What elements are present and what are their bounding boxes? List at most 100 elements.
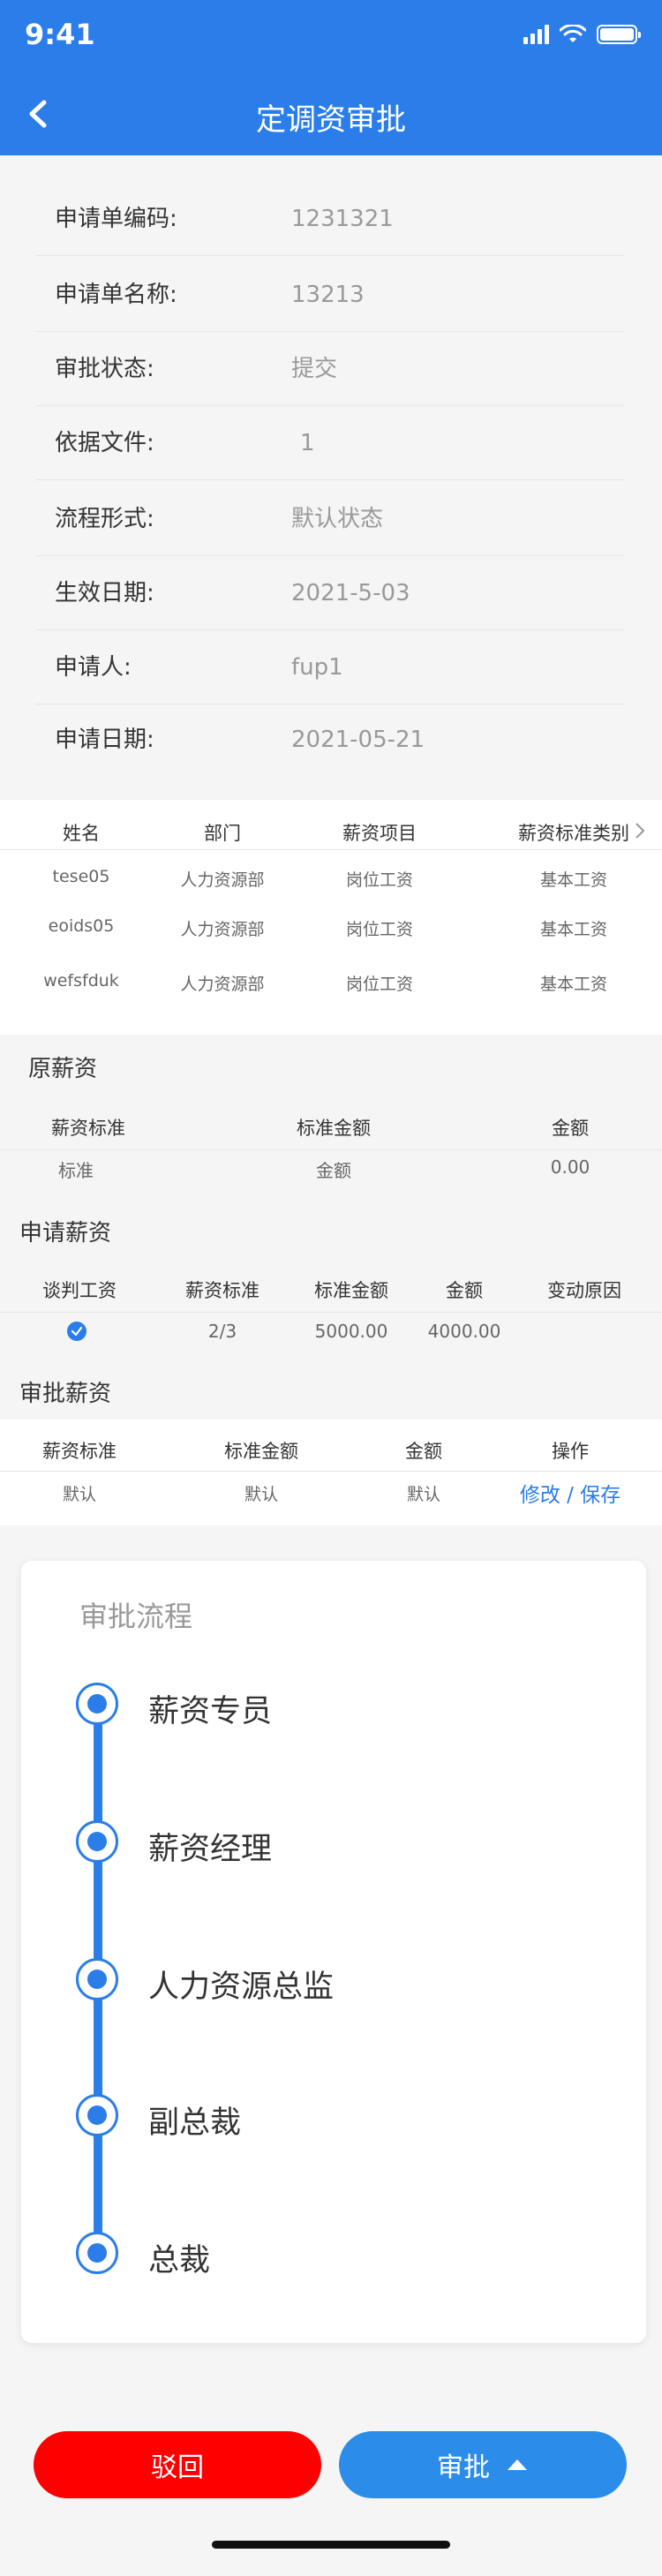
cell-standard: 2/3 — [207, 1321, 237, 1342]
checkmark-icon — [71, 1326, 83, 1337]
cell-salary-category: 基本工资 — [539, 870, 607, 890]
info-label: 申请日期: — [55, 727, 154, 753]
cell-salary-item: 岗位工资 — [345, 870, 413, 890]
approved-salary-table: 薪资标准 标准金额 金额 操作 默认 默认 默认 修改 / 保存 — [0, 1420, 662, 1525]
cell-department: 人力资源部 — [180, 975, 265, 994]
step-node-icon — [76, 2232, 118, 2274]
cell-department: 人力资源部 — [180, 870, 265, 890]
cell-standard-amount: 默认 — [244, 1485, 278, 1504]
cell-salary-item: 岗位工资 — [345, 975, 413, 994]
info-value: 2021-05-21 — [291, 727, 425, 753]
home-indicator — [212, 2541, 450, 2549]
divider — [0, 1312, 662, 1313]
info-row-document: 依据文件: 1 — [35, 406, 625, 480]
column-header: 薪资项目 — [342, 823, 417, 844]
section-title-applied-salary: 申请薪资 — [19, 1220, 112, 1247]
column-header: 姓名 — [63, 823, 100, 844]
cell-standard-amount: 金额 — [316, 1160, 351, 1181]
info-label: 申请人: — [55, 654, 132, 681]
column-header: 标准金额 — [224, 1441, 298, 1462]
cell-name: tese05 — [52, 867, 110, 886]
negotiated-salary-checkbox[interactable] — [67, 1322, 87, 1341]
info-row-status: 审批状态: 提交 — [35, 332, 625, 406]
cell-department: 人力资源部 — [180, 920, 265, 939]
column-header: 变动原因 — [547, 1280, 621, 1301]
info-row-apply-date: 申请日期: 2021-05-21 — [35, 703, 625, 777]
cell-name: eoids05 — [48, 916, 115, 936]
cell-standard: 默认 — [62, 1485, 96, 1504]
info-value: 提交 — [291, 356, 338, 382]
column-header: 金额 — [405, 1441, 442, 1462]
step-node-icon — [76, 1683, 118, 1725]
info-label: 审批状态: — [55, 356, 154, 382]
info-row-name: 申请单名称: 13213 — [35, 258, 625, 332]
reject-button[interactable]: 驳回 — [34, 2431, 321, 2498]
info-label: 申请单名称: — [55, 282, 177, 308]
info-label: 生效日期: — [55, 580, 154, 606]
step-node-icon — [76, 1958, 118, 2000]
card-title: 审批流程 — [79, 1600, 193, 1633]
edit-save-link[interactable]: 修改 / 保存 — [500, 1478, 641, 1508]
step-node-icon — [76, 2094, 118, 2136]
info-value: 13213 — [291, 282, 365, 308]
approval-flow-card: 审批流程 薪资专员 薪资经理 人力资源总监 副总裁 总裁 — [21, 1561, 646, 2343]
cell-amount: 4000.00 — [427, 1321, 501, 1342]
column-header: 金额 — [552, 1118, 589, 1139]
column-header: 薪资标准类别 — [518, 823, 629, 844]
cell-salary-item: 岗位工资 — [345, 920, 413, 939]
cell-salary-category: 基本工资 — [539, 920, 607, 939]
info-row-effective-date: 生效日期: 2021-5-03 — [35, 556, 625, 630]
column-header: 部门 — [204, 823, 241, 844]
info-label: 申请单编码: — [55, 206, 177, 232]
divider — [0, 849, 662, 850]
cell-amount: 0.00 — [550, 1156, 591, 1178]
column-header: 金额 — [446, 1280, 483, 1301]
chevron-right-icon[interactable] — [634, 821, 646, 840]
column-header: 标准金额 — [297, 1118, 371, 1139]
column-header: 薪资标准 — [42, 1441, 117, 1462]
section-title-approved-salary: 审批薪资 — [19, 1381, 112, 1407]
info-row-code: 申请单编码: 1231321 — [35, 182, 625, 256]
info-value: fup1 — [291, 654, 343, 681]
signal-icon — [523, 25, 549, 44]
status-icons — [523, 25, 641, 44]
employee-table: 姓名 部门 薪资项目 薪资标准类别 tese05 人力资源部 岗位工资 基本工资… — [0, 800, 662, 1035]
cell-name: wefsfduk — [43, 971, 119, 990]
column-header: 操作 — [552, 1441, 589, 1462]
cell-salary-category: 基本工资 — [539, 975, 607, 994]
caret-up-icon — [508, 2459, 527, 2470]
column-header: 薪资标准 — [185, 1280, 260, 1301]
info-row-applicant: 申请人: fup1 — [35, 630, 625, 704]
battery-icon — [597, 25, 641, 44]
wifi-icon — [560, 25, 586, 42]
info-value: 1231321 — [291, 206, 394, 232]
info-label: 依据文件: — [55, 430, 154, 456]
approve-button[interactable]: 审批 — [339, 2431, 627, 2498]
column-header: 薪资标准 — [51, 1118, 125, 1139]
step-label: 薪资专员 — [148, 1694, 273, 1729]
column-header: 标准金额 — [314, 1280, 388, 1301]
step-node-icon — [76, 1820, 118, 1863]
navigation-header: 9:41 定调资审批 — [0, 0, 662, 155]
info-value: 1 — [300, 430, 315, 456]
step-label: 薪资经理 — [148, 1832, 273, 1867]
reject-label: 驳回 — [151, 2452, 204, 2483]
info-value: 2021-5-03 — [291, 580, 410, 606]
column-header: 谈判工资 — [42, 1280, 117, 1301]
info-label: 流程形式: — [55, 506, 154, 532]
approve-label: 审批 — [437, 2452, 490, 2483]
section-title-original-salary: 原薪资 — [28, 1056, 98, 1082]
cell-standard: 标准 — [58, 1160, 94, 1181]
cell-amount: 默认 — [406, 1485, 440, 1504]
cell-standard-amount: 5000.00 — [314, 1321, 388, 1342]
step-label: 总裁 — [148, 2243, 211, 2278]
step-label: 副总裁 — [148, 2105, 242, 2141]
divider — [0, 1471, 662, 1472]
step-label: 人力资源总监 — [148, 1970, 335, 2005]
page-title: 定调资审批 — [256, 102, 406, 138]
status-time: 9:41 — [25, 18, 95, 51]
info-row-flow-type: 流程形式: 默认状态 — [35, 482, 625, 556]
info-value: 默认状态 — [291, 506, 384, 532]
divider — [0, 1149, 662, 1150]
application-info: 申请单编码: 1231321 申请单名称: 13213 审批状态: 提交 依据文… — [0, 155, 662, 773]
